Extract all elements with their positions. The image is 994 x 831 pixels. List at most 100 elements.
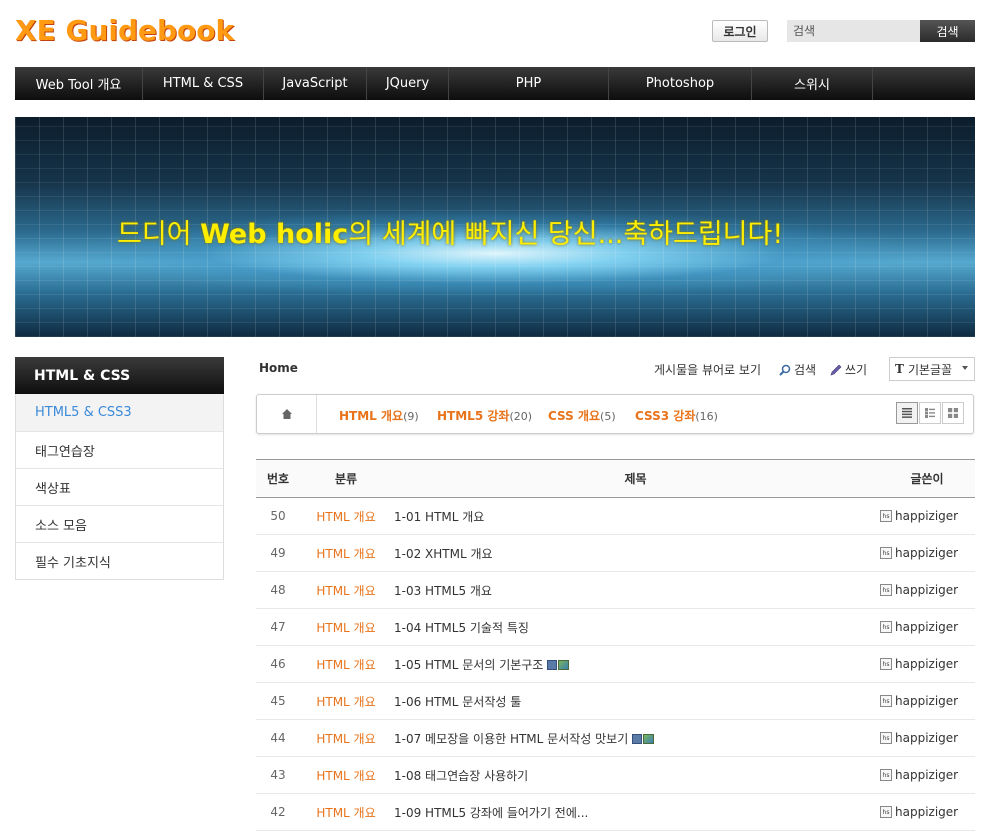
row-title-cell: 1-08 태그연습장 사용하기	[392, 756, 879, 794]
row-title-cell: 1-01 HTML 개요	[392, 497, 879, 535]
sidebar-title: HTML & CSS	[15, 357, 224, 394]
row-title-cell: 1-06 HTML 문서작성 툴	[392, 682, 879, 720]
pencil-icon	[830, 364, 842, 375]
row-author-cell: hs happiziger	[879, 571, 975, 609]
row-title-cell: 1-07 메모장을 이용한 HTML 문서작성 맛보기	[392, 719, 879, 757]
search-input[interactable]: 검색	[787, 20, 920, 42]
row-title-link[interactable]: 1-05 HTML 문서의 기본구조	[394, 658, 543, 672]
sidebar-item-source-collection[interactable]: 소스 모음	[16, 505, 223, 542]
row-title-link[interactable]: 1-07 메모장을 이용한 HTML 문서작성 맛보기	[394, 732, 628, 746]
category-css-overview[interactable]: CSS 개요(5)	[548, 407, 616, 424]
row-title-cell: 1-09 HTML5 강좌에 들어가기 전에...	[392, 793, 879, 831]
row-category-link[interactable]: HTML 개요	[300, 645, 392, 683]
member-icon: hs	[880, 547, 892, 559]
sidebar-item-basics[interactable]: 필수 기초지식	[16, 542, 223, 579]
row-author-link[interactable]: happiziger	[895, 509, 958, 523]
banner-message: 드디어 Web holic의 세계에 빠지신 당신...축하드립니다!	[117, 219, 784, 250]
font-t-icon: T	[895, 362, 904, 376]
row-author-cell: hs happiziger	[879, 719, 975, 757]
member-icon: hs	[880, 769, 892, 781]
row-category-link[interactable]: HTML 개요	[300, 571, 392, 609]
site-logo[interactable]: XE Guidebook	[15, 14, 234, 47]
member-icon: hs	[880, 584, 892, 596]
category-html5-lecture[interactable]: HTML5 강좌(20)	[437, 407, 532, 424]
table-row: 46 HTML 개요 1-05 HTML 문서의 기본구조 hs happiziger	[256, 645, 975, 683]
search-button[interactable]: 검색	[920, 20, 975, 42]
row-title-cell: 1-02 XHTML 개요	[392, 534, 879, 572]
board-write-link[interactable]: 쓰기	[830, 361, 867, 378]
grid-icon	[948, 408, 958, 418]
row-number: 46	[256, 645, 300, 683]
row-author-cell: hs happiziger	[879, 756, 975, 794]
col-header-no[interactable]: 번호	[256, 459, 300, 498]
nav-item-empty	[873, 67, 975, 100]
table-row: 48 HTML 개요 1-03 HTML5 개요 hs happiziger	[256, 571, 975, 609]
row-author-link[interactable]: happiziger	[895, 546, 958, 560]
gallery-view-button[interactable]	[942, 402, 964, 424]
member-icon: hs	[880, 695, 892, 707]
view-in-viewer-link[interactable]: 게시물을 뷰어로 보기	[654, 361, 761, 378]
col-header-category[interactable]: 분류	[300, 459, 392, 498]
nav-item-php[interactable]: PHP	[449, 67, 609, 100]
row-title-link[interactable]: 1-01 HTML 개요	[394, 510, 484, 524]
row-title-link[interactable]: 1-09 HTML5 강좌에 들어가기 전에...	[394, 806, 588, 820]
row-number: 48	[256, 571, 300, 609]
row-title-link[interactable]: 1-04 HTML5 기술적 특징	[394, 621, 529, 635]
row-category-link[interactable]: HTML 개요	[300, 756, 392, 794]
row-author-link[interactable]: happiziger	[895, 620, 958, 634]
table-row: 49 HTML 개요 1-02 XHTML 개요 hs happiziger	[256, 534, 975, 572]
table-row: 47 HTML 개요 1-04 HTML5 기술적 특징 hs happiziger	[256, 608, 975, 646]
sidebar-item-html5-css3[interactable]: HTML5 & CSS3	[16, 394, 223, 431]
category-bar: HTML 개요(9) HTML5 강좌(20) CSS 개요(5) CSS3 강…	[256, 394, 974, 434]
category-html-overview[interactable]: HTML 개요(9)	[339, 407, 419, 424]
member-icon: hs	[880, 621, 892, 633]
col-header-author[interactable]: 글쓴이	[879, 459, 975, 498]
row-author-link[interactable]: happiziger	[895, 731, 958, 745]
sidebar-item-tag-practice[interactable]: 태그연습장	[16, 431, 223, 468]
webzine-icon	[925, 408, 935, 418]
row-category-link[interactable]: HTML 개요	[300, 534, 392, 572]
attachment-file-icon	[632, 734, 643, 744]
nav-item-web-tool[interactable]: Web Tool 개요	[15, 67, 143, 100]
row-category-link[interactable]: HTML 개요	[300, 719, 392, 757]
row-author-link[interactable]: happiziger	[895, 805, 958, 819]
table-row: 44 HTML 개요 1-07 메모장을 이용한 HTML 문서작성 맛보기 hs ha…	[256, 719, 975, 757]
row-category-link[interactable]: HTML 개요	[300, 793, 392, 831]
row-title-cell: 1-03 HTML5 개요	[392, 571, 879, 609]
row-title-link[interactable]: 1-03 HTML5 개요	[394, 584, 492, 598]
attachment-image-icon	[558, 660, 570, 670]
row-title-link[interactable]: 1-08 태그연습장 사용하기	[394, 769, 528, 783]
row-category-link[interactable]: HTML 개요	[300, 497, 392, 535]
webzine-view-button[interactable]	[919, 402, 941, 424]
row-author-cell: hs happiziger	[879, 534, 975, 572]
board-search-link[interactable]: 검색	[779, 361, 816, 378]
row-author-link[interactable]: happiziger	[895, 768, 958, 782]
table-body: 50 HTML 개요 1-01 HTML 개요 hs happiziger 49 HTML …	[256, 497, 975, 831]
category-css3-lecture[interactable]: CSS3 강좌(16)	[635, 407, 718, 424]
category-home-button[interactable]	[257, 395, 317, 433]
row-author-link[interactable]: happiziger	[895, 583, 958, 597]
nav-item-photoshop[interactable]: Photoshop	[609, 67, 752, 100]
nav-item-html-css[interactable]: HTML & CSS	[143, 67, 264, 100]
nav-item-jquery[interactable]: JQuery	[367, 67, 449, 100]
col-header-title[interactable]: 제목	[392, 459, 879, 498]
row-title-link[interactable]: 1-02 XHTML 개요	[394, 547, 493, 561]
sidebar-item-color-table[interactable]: 색상표	[16, 468, 223, 505]
row-author-link[interactable]: happiziger	[895, 657, 958, 671]
nav-item-javascript[interactable]: JavaScript	[264, 67, 367, 100]
row-title-cell: 1-05 HTML 문서의 기본구조	[392, 645, 879, 683]
row-title-cell: 1-04 HTML5 기술적 특징	[392, 608, 879, 646]
board-table: 번호 분류 제목 글쓴이 50 HTML 개요 1-01 HTML 개요 hs happ…	[256, 459, 975, 831]
row-author-link[interactable]: happiziger	[895, 694, 958, 708]
nav-item-swish[interactable]: 스위시	[752, 67, 873, 100]
font-select[interactable]: T 기본글꼴	[889, 357, 975, 381]
main-nav: Web Tool 개요 HTML & CSS JavaScript JQuery…	[15, 67, 975, 100]
row-category-link[interactable]: HTML 개요	[300, 682, 392, 720]
row-title-link[interactable]: 1-06 HTML 문서작성 툴	[394, 695, 521, 709]
list-view-button[interactable]	[896, 402, 918, 424]
row-number: 49	[256, 534, 300, 572]
row-category-link[interactable]: HTML 개요	[300, 608, 392, 646]
chevron-down-icon	[962, 366, 968, 370]
login-button[interactable]: 로그인	[712, 20, 768, 42]
breadcrumb-home[interactable]: Home	[259, 361, 298, 375]
